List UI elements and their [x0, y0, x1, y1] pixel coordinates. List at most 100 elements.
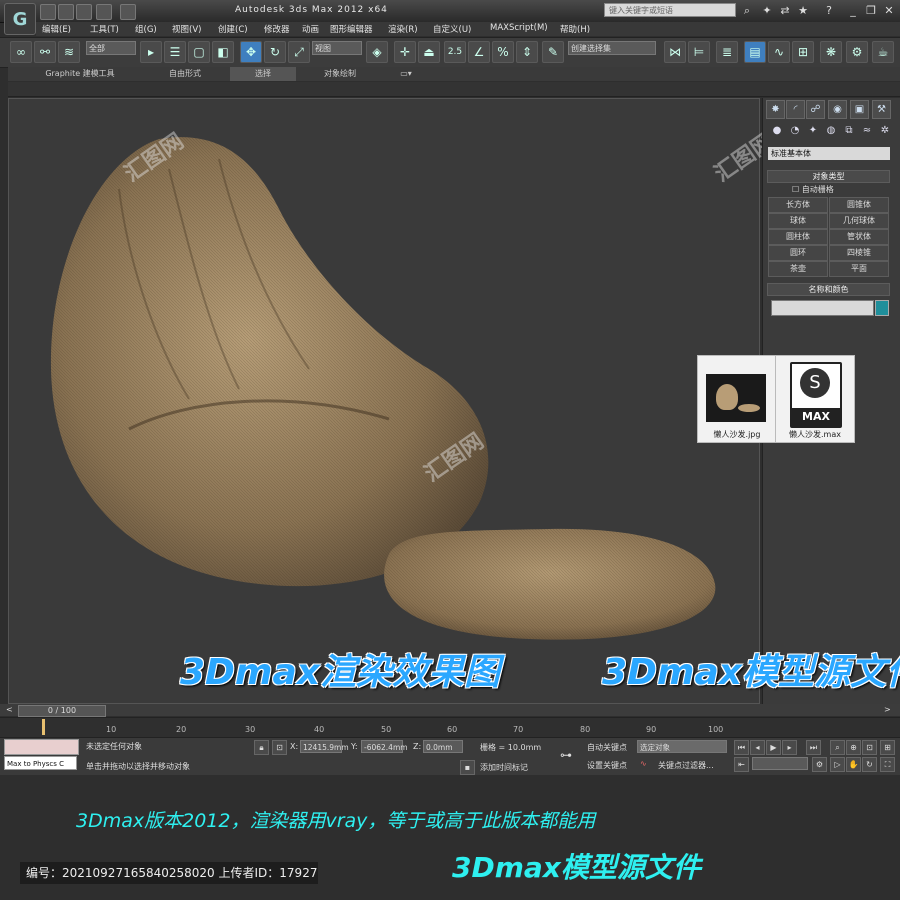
motion-panel-icon[interactable]: ◉ [828, 100, 847, 119]
open-file-icon[interactable] [58, 4, 74, 20]
x-coordinate-field[interactable]: 12415.9mm [300, 740, 349, 753]
schematic-view-icon[interactable]: ⊞ [792, 41, 814, 63]
menu-graph-editors[interactable]: 图形编辑器 [330, 23, 373, 35]
next-frame-icon[interactable]: > [884, 705, 891, 714]
menu-maxscript[interactable]: MAXScript(M) [490, 23, 548, 33]
zoom-all-icon[interactable]: ⊕ [846, 740, 861, 755]
next-key-icon[interactable]: ▸ [782, 740, 797, 755]
modify-panel-icon[interactable]: ◜ [786, 100, 805, 119]
unlink-icon[interactable]: ⚯ [34, 41, 56, 63]
create-panel-icon[interactable]: ✸ [766, 100, 785, 119]
object-color-swatch[interactable] [875, 300, 889, 316]
play-icon[interactable]: ▶ [766, 740, 781, 755]
manipulate-icon[interactable]: ✛ [394, 41, 416, 63]
spinner-snap-icon[interactable]: ⇕ [516, 41, 538, 63]
select-rotate-icon[interactable]: ↻ [264, 41, 286, 63]
menu-create[interactable]: 创建(C) [218, 23, 248, 35]
hierarchy-panel-icon[interactable]: ☍ [806, 100, 825, 119]
tab-object-paint[interactable]: 对象绘制 [300, 67, 380, 81]
teapot-button[interactable]: 茶壶 [768, 261, 828, 277]
object-name-field[interactable] [771, 300, 874, 316]
window-crossing-icon[interactable]: ◧ [212, 41, 234, 63]
keyboard-shortcut-icon[interactable]: ⏏ [418, 41, 440, 63]
helpers-icon[interactable]: ⧉ [842, 124, 856, 138]
layer-manager-icon[interactable]: ≣ [716, 41, 738, 63]
systems-icon[interactable]: ✲ [878, 124, 892, 138]
restore-icon[interactable]: ❐ [864, 4, 878, 18]
maxscript-listener[interactable] [4, 739, 79, 755]
mirror-icon[interactable]: ⋈ [664, 41, 686, 63]
auto-key-button[interactable]: 自动关键点 [587, 742, 627, 753]
maximize-viewport-icon[interactable]: ⛶ [880, 757, 895, 772]
display-panel-icon[interactable]: ▣ [850, 100, 869, 119]
material-editor-icon[interactable]: ❋ [820, 41, 842, 63]
menu-tools[interactable]: 工具(T) [90, 23, 119, 35]
menu-views[interactable]: 视图(V) [172, 23, 201, 35]
lights-icon[interactable]: ✦ [806, 124, 820, 138]
new-file-icon[interactable] [40, 4, 56, 20]
align-icon[interactable]: ⊨ [688, 41, 710, 63]
geometry-icon[interactable]: ● [770, 124, 784, 138]
utilities-panel-icon[interactable]: ⚒ [872, 100, 891, 119]
minimize-icon[interactable]: _ [846, 4, 860, 18]
box-button[interactable]: 长方体 [768, 197, 828, 213]
save-file-icon[interactable] [76, 4, 92, 20]
select-by-name-icon[interactable]: ☰ [164, 41, 186, 63]
pivot-center-icon[interactable]: ◈ [366, 41, 388, 63]
ribbon-options-icon[interactable]: ▭▾ [396, 67, 416, 81]
category-dropdown[interactable]: 标准基本体 [768, 147, 890, 160]
redo-icon[interactable] [120, 4, 136, 20]
set-key-button[interactable]: 设置关键点 [587, 760, 627, 771]
select-object-icon[interactable]: ▸ [140, 41, 162, 63]
favorites-icon[interactable]: ★ [796, 4, 810, 18]
autogrid-checkbox[interactable]: ☐ 自动栅格 [792, 184, 834, 195]
go-to-end-icon[interactable]: ⏭ [806, 740, 821, 755]
y-coordinate-field[interactable]: -6062.4mm [361, 740, 408, 753]
curve-editor-icon[interactable]: ∿ [768, 41, 790, 63]
field-of-view-icon[interactable]: ▷ [830, 757, 845, 772]
menu-customize[interactable]: 自定义(U) [433, 23, 471, 35]
zoom-extents-icon[interactable]: ⊡ [862, 740, 877, 755]
percent-snap-icon[interactable]: % [492, 41, 514, 63]
pyramid-button[interactable]: 四棱锥 [829, 245, 889, 261]
app-logo-icon[interactable]: G [4, 3, 36, 35]
name-color-rollout[interactable]: 名称和颜色 [767, 283, 890, 296]
menu-edit[interactable]: 编辑(E) [42, 23, 71, 35]
absolute-mode-icon[interactable]: ⊡ [272, 740, 287, 755]
key-filters-button[interactable]: 关键点过滤器... [658, 760, 714, 771]
tab-graphite[interactable]: Graphite 建模工具 [20, 67, 140, 81]
graphite-toggle-icon[interactable]: ▤ [744, 41, 766, 63]
menu-group[interactable]: 组(G) [135, 23, 157, 35]
select-move-icon[interactable]: ✥ [240, 41, 262, 63]
link-icon[interactable]: ∞ [10, 41, 32, 63]
menu-modifiers[interactable]: 修改器 [264, 23, 290, 35]
reference-coord-dropdown[interactable]: 视图 [312, 41, 362, 55]
menu-rendering[interactable]: 渲染(R) [388, 23, 418, 35]
key-mode-icon[interactable]: ⊶ [560, 748, 572, 762]
selection-filter-dropdown[interactable]: 全部 [86, 41, 136, 55]
key-mode-toggle-icon[interactable]: ⇤ [734, 757, 749, 772]
rect-selection-icon[interactable]: ▢ [188, 41, 210, 63]
sphere-button[interactable]: 球体 [768, 213, 828, 229]
menu-animation[interactable]: 动画 [302, 23, 319, 35]
go-to-start-icon[interactable]: ⏮ [734, 740, 749, 755]
select-scale-icon[interactable]: ⤢ [288, 41, 310, 63]
undo-icon[interactable] [96, 4, 112, 20]
edit-named-selection-icon[interactable]: ✎ [542, 41, 564, 63]
tools-icon[interactable]: ✦ [760, 4, 774, 18]
pan-view-icon[interactable]: ✋ [846, 757, 861, 772]
plane-button[interactable]: 平面 [829, 261, 889, 277]
render-production-icon[interactable]: ☕ [872, 41, 894, 63]
prev-key-icon[interactable]: ◂ [750, 740, 765, 755]
render-setup-icon[interactable]: ⚙ [846, 41, 868, 63]
snaps-toggle-icon[interactable]: 2.5 [444, 41, 466, 63]
angle-snap-icon[interactable]: ∠ [468, 41, 490, 63]
named-selection-dropdown[interactable]: 创建选择集 [568, 41, 656, 55]
zoom-icon[interactable]: ⌕ [830, 740, 845, 755]
help-icon[interactable]: ? [822, 4, 836, 18]
z-coordinate-field[interactable]: 0.0mm [423, 740, 463, 753]
add-time-tag[interactable]: 添加时间标记 [480, 762, 528, 773]
prev-frame-icon[interactable]: < [6, 705, 13, 714]
time-config-icon[interactable]: ⚙ [812, 757, 827, 772]
search-icon[interactable]: ⌕ [740, 4, 754, 18]
